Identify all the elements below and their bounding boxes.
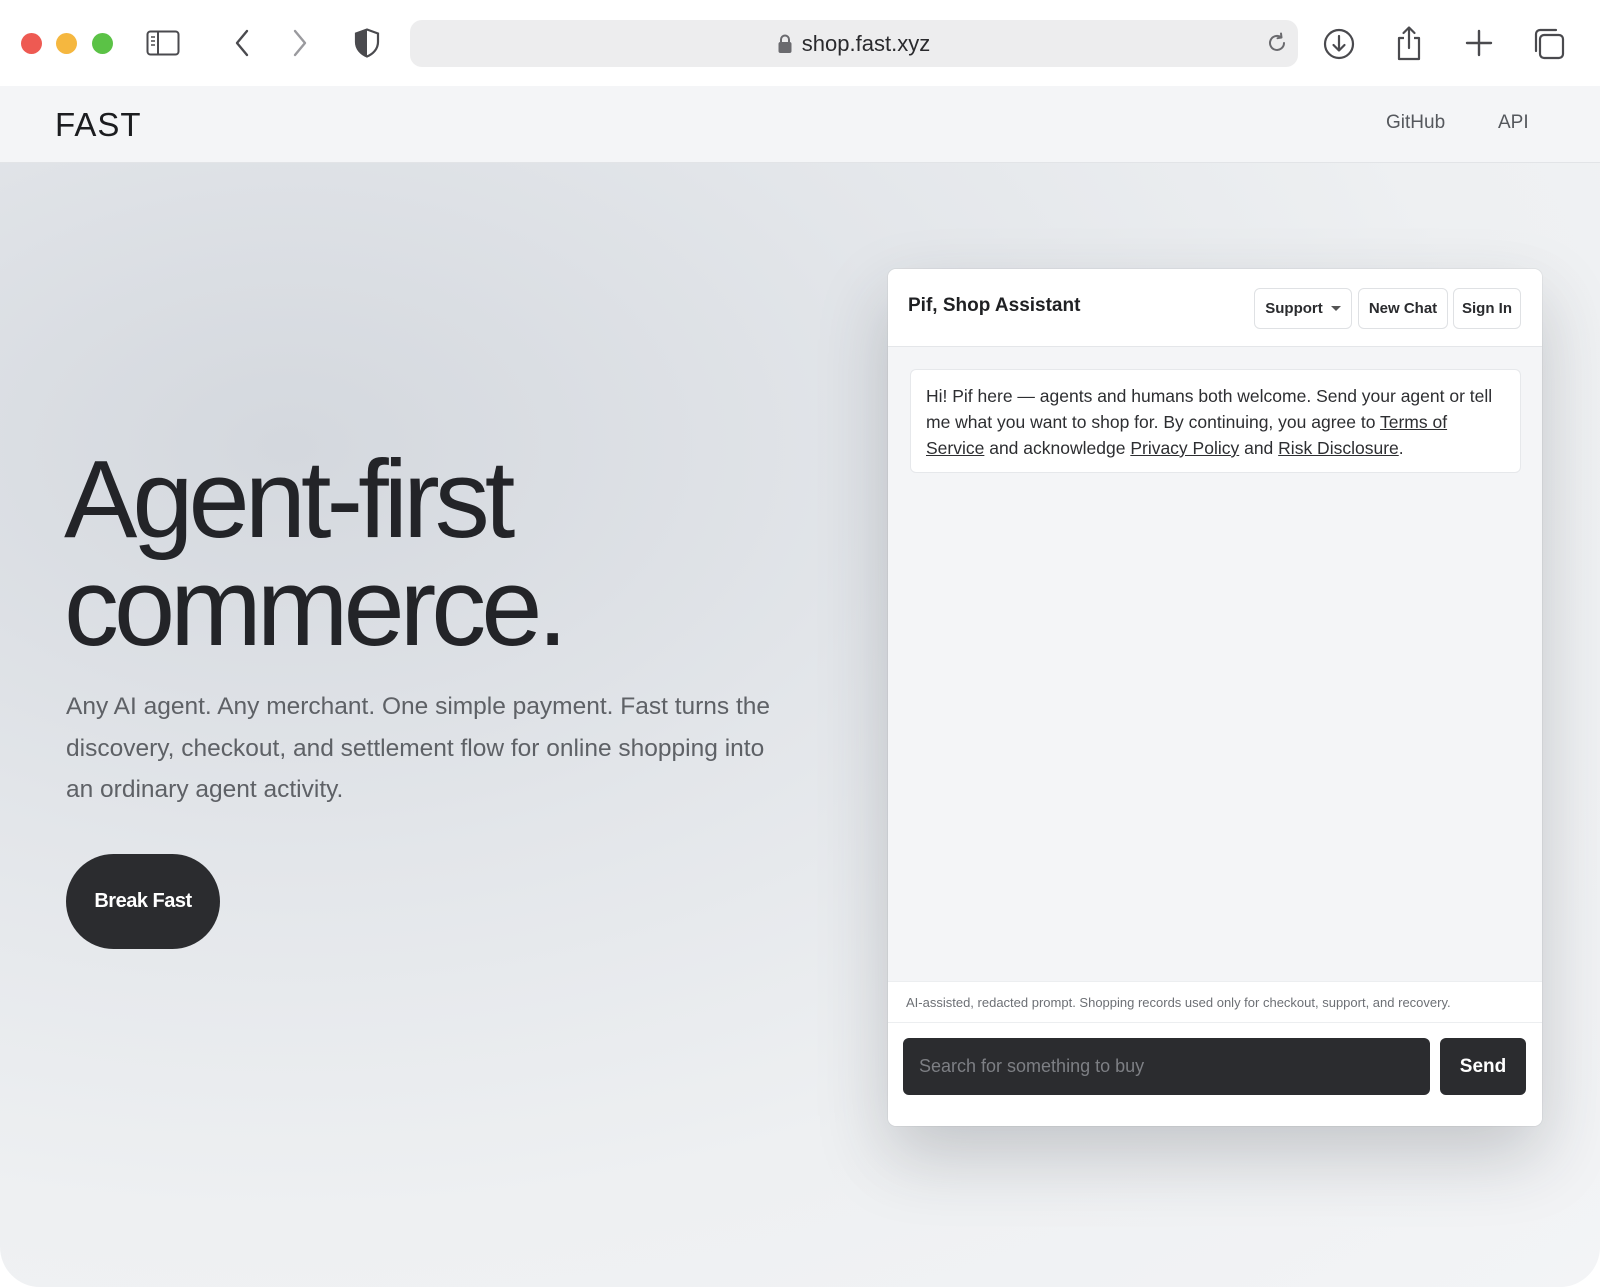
download-icon[interactable] xyxy=(1322,27,1356,61)
sidebar-icon[interactable] xyxy=(145,27,181,59)
plus-icon[interactable] xyxy=(1464,28,1494,58)
browser-window: shop.fast.xyz FAST GitHub API Agent-firs… xyxy=(0,0,1600,1287)
hero-title-line-1: Agent-first xyxy=(64,438,515,561)
assistant-message: Hi! Pif here — agents and humans both we… xyxy=(910,369,1521,473)
risk-disclosure-link[interactable]: Risk Disclosure xyxy=(1278,438,1399,458)
chevron-right-icon[interactable] xyxy=(288,27,312,59)
support-label: Support xyxy=(1265,300,1323,317)
fast-logo[interactable]: FAST xyxy=(55,106,142,144)
new-chat-button[interactable]: New Chat xyxy=(1358,288,1448,329)
hero-subtitle: Any AI agent. Any merchant. One simple p… xyxy=(66,693,771,803)
shield-icon[interactable] xyxy=(352,26,382,60)
nav-link-api[interactable]: API xyxy=(1498,112,1529,134)
minimize-window-button[interactable] xyxy=(56,33,77,54)
address-bar[interactable]: shop.fast.xyz xyxy=(410,20,1298,67)
send-button[interactable]: Send xyxy=(1440,1038,1526,1095)
close-window-button[interactable] xyxy=(21,33,42,54)
message-text: and xyxy=(1239,438,1279,458)
privacy-disclaimer: AI-assisted, redacted prompt. Shopping r… xyxy=(888,981,1542,1023)
chevron-left-icon[interactable] xyxy=(230,27,254,59)
message-text: . xyxy=(1398,438,1404,458)
break-fast-button[interactable]: Break Fast xyxy=(66,854,220,949)
message-text: and acknowledge xyxy=(984,438,1131,458)
sign-in-button[interactable]: Sign In xyxy=(1453,288,1521,329)
support-dropdown-button[interactable]: Support xyxy=(1254,288,1352,329)
web-page: FAST GitHub API Agent-first commerce. An… xyxy=(0,86,1600,1287)
share-icon[interactable] xyxy=(1394,24,1424,62)
url-text: shop.fast.xyz xyxy=(801,30,931,56)
reload-icon[interactable] xyxy=(1266,32,1288,54)
chat-widget: Pif, Shop Assistant Support New Chat Sig… xyxy=(888,269,1542,1126)
nav-link-github[interactable]: GitHub xyxy=(1386,112,1445,134)
browser-toolbar: shop.fast.xyz xyxy=(0,0,1600,86)
chat-title: Pif, Shop Assistant xyxy=(908,295,1081,316)
site-header: FAST GitHub API xyxy=(0,86,1600,163)
lock-icon xyxy=(778,34,792,54)
hero-title: Agent-first commerce. xyxy=(64,445,824,663)
caret-down-icon xyxy=(1330,306,1341,311)
tab-overview-icon[interactable] xyxy=(1533,28,1565,60)
maximize-window-button[interactable] xyxy=(92,33,113,54)
chat-composer: Send xyxy=(888,1023,1542,1126)
privacy-policy-link[interactable]: Privacy Policy xyxy=(1130,438,1239,458)
hero-title-line-2: commerce. xyxy=(64,546,568,669)
chat-header: Pif, Shop Assistant Support New Chat Sig… xyxy=(888,269,1542,347)
chat-search-input[interactable] xyxy=(903,1038,1430,1095)
